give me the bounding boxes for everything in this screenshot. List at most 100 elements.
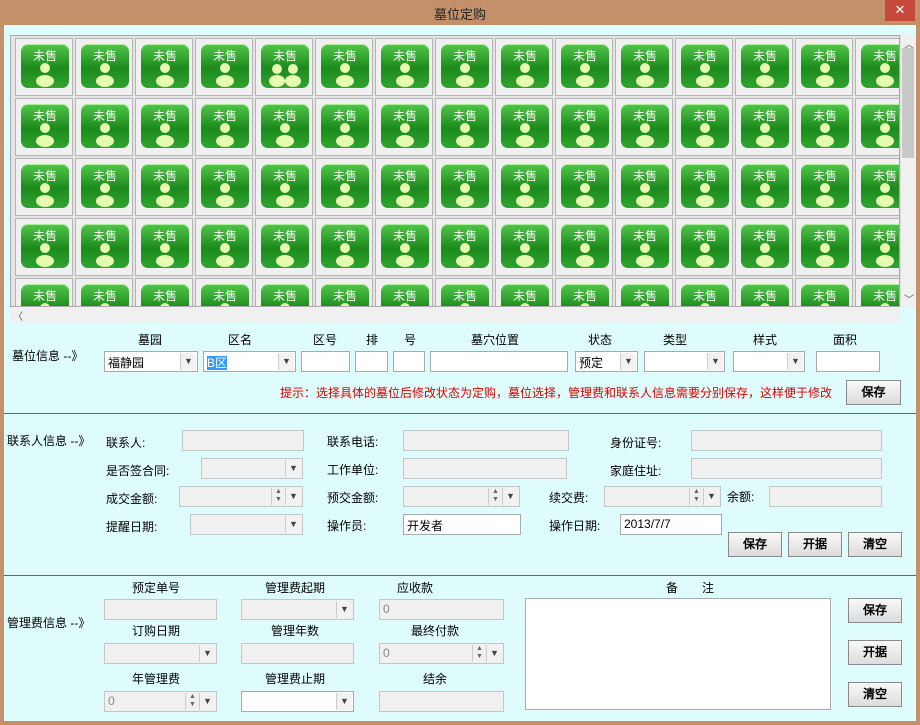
grave-tile[interactable]: 未售 <box>321 164 369 208</box>
grave-cell[interactable]: 未售 <box>675 278 733 306</box>
grave-tile[interactable]: 未售 <box>861 44 899 88</box>
grave-tile[interactable]: 未售 <box>621 44 669 88</box>
grave-cell[interactable]: 未售 <box>15 278 73 306</box>
style-select[interactable]: ▼ <box>733 351 805 372</box>
grave-tile[interactable]: 未售 <box>21 164 69 208</box>
grave-cell[interactable]: 未售 <box>375 38 433 96</box>
grave-tile[interactable]: 未售 <box>501 164 549 208</box>
annual-fee-stepper[interactable]: 0 ▲ ▼ ▼ <box>104 691 217 712</box>
grave-cell[interactable]: 未售 <box>855 218 899 276</box>
chevron-down-icon[interactable]: ▼ <box>278 353 294 370</box>
grave-tile[interactable]: 未售 <box>21 44 69 88</box>
zone-number-input[interactable] <box>301 351 350 372</box>
contact-receipt-button[interactable]: 开据 <box>788 532 842 557</box>
grave-tile[interactable]: 未售 <box>501 224 549 268</box>
contact-clear-button[interactable]: 清空 <box>848 532 902 557</box>
grave-tile[interactable]: 未售 <box>621 164 669 208</box>
grave-cell[interactable]: 未售 <box>675 158 733 216</box>
grave-cell[interactable]: 未售 <box>195 158 253 216</box>
grave-cell[interactable]: 未售 <box>315 278 373 306</box>
grave-tile[interactable]: 未售 <box>801 44 849 88</box>
grave-cell[interactable]: 未售 <box>255 98 313 156</box>
grave-cell[interactable]: 未售 <box>15 158 73 216</box>
grave-cell[interactable]: 未售 <box>555 98 613 156</box>
grave-tile[interactable]: 未售 <box>801 104 849 148</box>
grave-cell[interactable]: 未售 <box>555 278 613 306</box>
grave-tile[interactable]: 未售 <box>261 284 309 306</box>
surplus-input[interactable] <box>379 691 504 712</box>
chevron-down-icon[interactable]: ▼ <box>486 645 502 662</box>
grave-cell[interactable]: 未售 <box>195 38 253 96</box>
grave-cell[interactable]: 未售 <box>735 158 793 216</box>
grave-cell[interactable]: 未售 <box>615 158 673 216</box>
grave-tile[interactable]: 未售 <box>381 104 429 148</box>
spinner-icon[interactable]: ▲ ▼ <box>271 488 285 505</box>
grave-tile[interactable]: 未售 <box>321 44 369 88</box>
remark-textarea[interactable] <box>525 598 831 710</box>
grave-tile[interactable]: 未售 <box>141 284 189 306</box>
grave-tile[interactable]: 未售 <box>561 164 609 208</box>
grave-tile[interactable]: 未售 <box>741 224 789 268</box>
grave-cell[interactable]: 未售 <box>495 98 553 156</box>
grave-tile[interactable]: 未售 <box>81 44 129 88</box>
fee-save-button[interactable]: 保存 <box>848 598 902 623</box>
operation-date-input[interactable]: 2013/7/7 <box>620 514 722 535</box>
grave-tile[interactable]: 未售 <box>861 224 899 268</box>
grave-position-input[interactable] <box>430 351 568 372</box>
grave-cell[interactable]: 未售 <box>75 218 133 276</box>
grave-cell[interactable]: 未售 <box>495 38 553 96</box>
grave-tile[interactable]: 未售 <box>561 284 609 306</box>
chevron-down-icon[interactable]: ▼ <box>703 488 719 505</box>
grid-scroll-thumb[interactable] <box>902 48 914 158</box>
zone-select[interactable]: B区 ▼ <box>203 351 296 372</box>
spinner-icon[interactable]: ▲ ▼ <box>689 488 703 505</box>
scroll-down-icon[interactable]: ﹀ <box>904 291 914 306</box>
grave-tile[interactable]: 未售 <box>741 164 789 208</box>
fee-clear-button[interactable]: 清空 <box>848 682 902 707</box>
grave-tile[interactable]: 未售 <box>801 164 849 208</box>
fee-start-select[interactable]: ▼ <box>241 599 354 620</box>
grave-cell[interactable]: 未售 <box>75 278 133 306</box>
tomb-save-button[interactable]: 保存 <box>846 380 901 405</box>
grave-cell[interactable]: 未售 <box>435 38 493 96</box>
grave-cell[interactable]: 未售 <box>75 98 133 156</box>
grave-cell[interactable]: 未售 <box>135 98 193 156</box>
spinner-icon[interactable]: ▲ ▼ <box>472 645 486 662</box>
deal-amount-stepper[interactable]: ▲ ▼ ▼ <box>179 486 303 507</box>
grave-tile[interactable]: 未售 <box>801 284 849 306</box>
grave-tile[interactable]: 未售 <box>501 104 549 148</box>
chevron-down-icon[interactable]: ▼ <box>620 353 636 370</box>
grave-tile[interactable]: 未售 <box>321 284 369 306</box>
grid-horizontal-scrollbar[interactable]: 〈 <box>10 307 900 323</box>
contact-save-button[interactable]: 保存 <box>728 532 782 557</box>
grave-cell[interactable]: 未售 <box>795 158 853 216</box>
grave-tile[interactable]: 未售 <box>681 164 729 208</box>
area-input[interactable] <box>816 351 880 372</box>
grave-cell[interactable]: 未售 <box>15 38 73 96</box>
grave-tile[interactable]: 未售 <box>741 284 789 306</box>
grave-tile[interactable]: 未售 <box>261 44 309 88</box>
grave-tile[interactable]: 未售 <box>441 284 489 306</box>
grave-cell[interactable]: 未售 <box>195 278 253 306</box>
grave-cell[interactable]: 未售 <box>435 98 493 156</box>
grave-cell[interactable]: 未售 <box>615 38 673 96</box>
grave-cell[interactable]: 未售 <box>75 38 133 96</box>
chevron-down-icon[interactable]: ▼ <box>707 353 723 370</box>
grave-cell[interactable]: 未售 <box>615 278 673 306</box>
fee-receipt-button[interactable]: 开据 <box>848 640 902 665</box>
spinner-icon[interactable]: ▲ ▼ <box>185 693 199 710</box>
status-select[interactable]: 预定 ▼ <box>575 351 638 372</box>
grave-tile[interactable]: 未售 <box>621 284 669 306</box>
chevron-down-icon[interactable]: ▼ <box>285 488 301 505</box>
grave-cell[interactable]: 未售 <box>375 218 433 276</box>
grave-tile[interactable]: 未售 <box>21 284 69 306</box>
grave-cell[interactable]: 未售 <box>15 218 73 276</box>
cemetery-select[interactable]: 福静园 ▼ <box>104 351 198 372</box>
grave-tile[interactable]: 未售 <box>621 224 669 268</box>
grave-cell[interactable]: 未售 <box>135 38 193 96</box>
grave-cell[interactable]: 未售 <box>615 218 673 276</box>
grave-cell[interactable]: 未售 <box>735 98 793 156</box>
grave-tile[interactable]: 未售 <box>381 284 429 306</box>
grave-tile[interactable]: 未售 <box>381 44 429 88</box>
grave-cell[interactable]: 未售 <box>735 218 793 276</box>
